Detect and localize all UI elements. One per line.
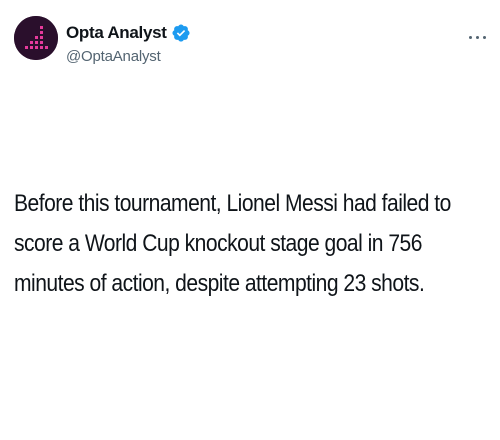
name-row: Opta Analyst	[66, 22, 191, 44]
opta-logo-icon	[14, 16, 58, 60]
user-handle[interactable]: @OptaAnalyst	[66, 48, 191, 65]
more-options-icon[interactable]	[466, 34, 490, 42]
tweet-text: Before this tournament, Lionel Messi had…	[14, 190, 451, 297]
verified-badge-icon	[171, 23, 191, 43]
display-name[interactable]: Opta Analyst	[66, 23, 167, 43]
tweet-card: Opta Analyst @OptaAnalyst Before this to…	[0, 0, 500, 440]
avatar[interactable]	[14, 16, 58, 60]
author-block: Opta Analyst @OptaAnalyst	[66, 22, 191, 65]
